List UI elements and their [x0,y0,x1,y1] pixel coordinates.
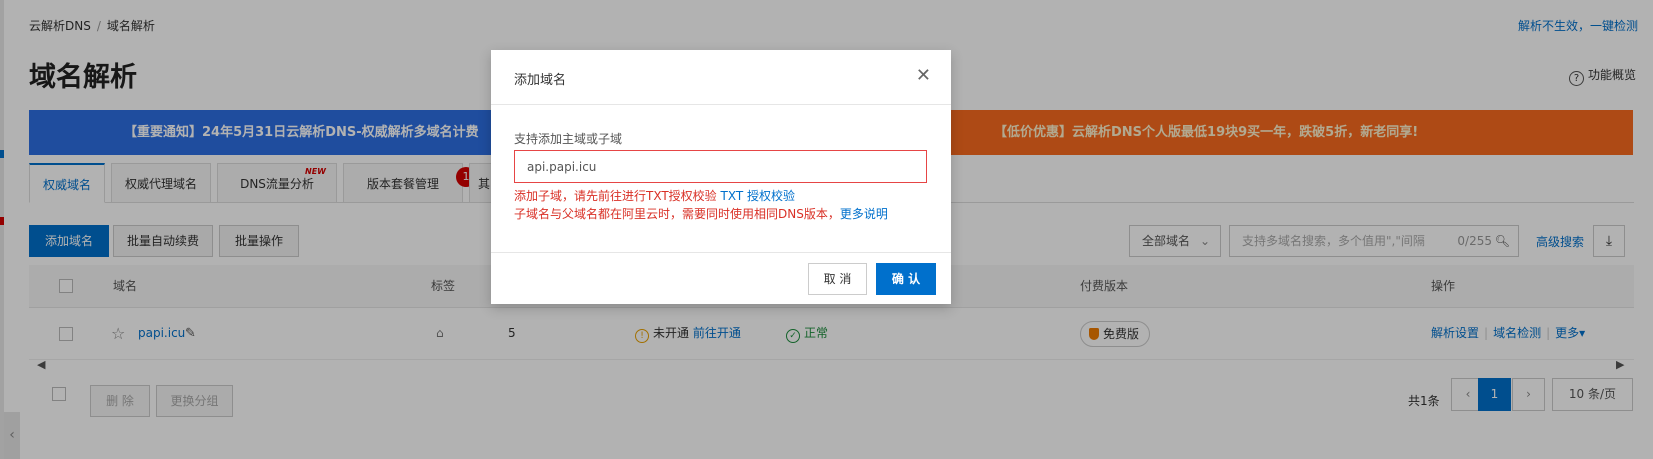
domain-input[interactable] [514,150,927,183]
dialog-footer-divider [491,252,951,253]
error-message-2: 子域名与父域名都在阿里云时，需要同时使用相同DNS版本， [514,207,840,221]
add-domain-dialog: 添加域名 ✕ 支持添加主域或子域 添加子域，请先前往进行TXT授权校验 TXT … [491,50,951,304]
dialog-header: 添加域名 ✕ [491,50,951,105]
domain-field-label: 支持添加主域或子域 [514,132,623,146]
close-icon[interactable]: ✕ [916,65,931,86]
txt-verify-error: 添加子域，请先前往进行TXT授权校验 TXT 授权校验 [514,187,795,204]
more-info-link[interactable]: 更多说明 [840,207,888,221]
cancel-button[interactable]: 取 消 [808,263,867,295]
error-message-1: 添加子域，请先前往进行TXT授权校验 [514,189,721,203]
txt-verify-link[interactable]: TXT 授权校验 [721,189,796,203]
dialog-title: 添加域名 [514,73,567,88]
dns-version-error: 子域名与父域名都在阿里云时，需要同时使用相同DNS版本，更多说明 [514,205,888,222]
confirm-button[interactable]: 确 认 [876,263,936,295]
